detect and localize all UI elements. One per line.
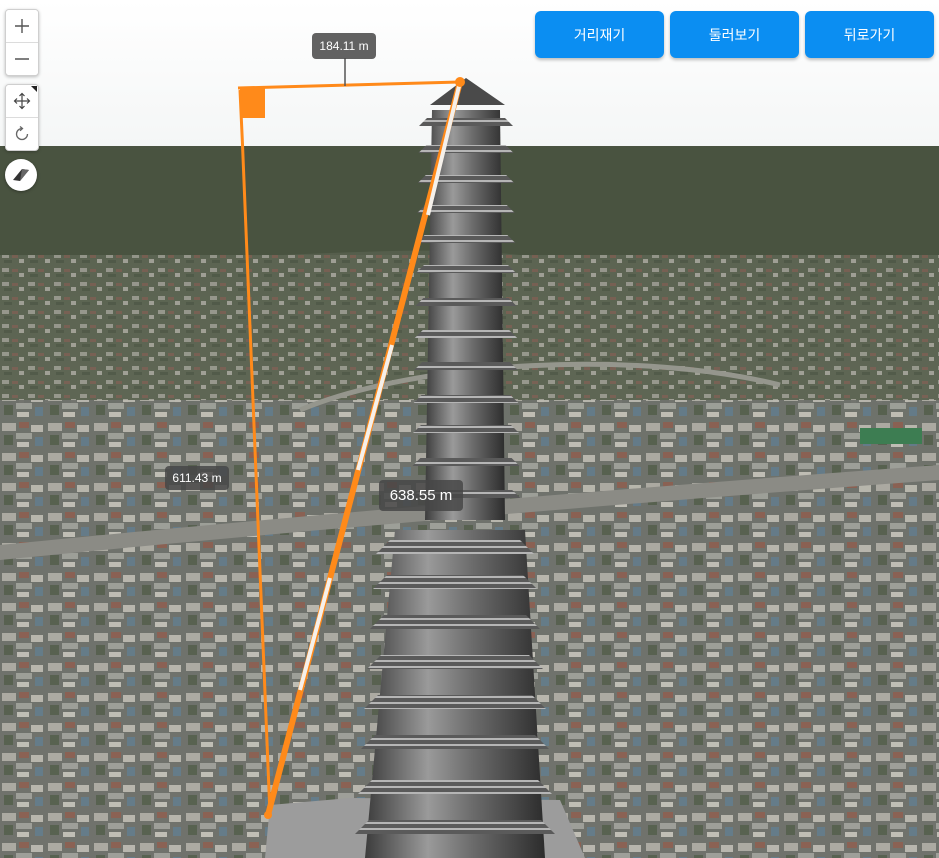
pagoda-eave [370, 615, 540, 629]
pagoda-eave [414, 330, 518, 338]
go-back-button[interactable]: 뒤로가기 [805, 11, 934, 58]
rotate-icon [15, 125, 29, 141]
pan-button[interactable] [6, 85, 38, 117]
compass-icon [13, 169, 29, 181]
pagoda-eave [413, 425, 519, 433]
pagoda-eave [355, 820, 555, 834]
pagoda-eave [416, 235, 516, 243]
zoom-out-button[interactable] [6, 42, 38, 75]
measure-start-point [264, 811, 272, 819]
pagoda-eave [416, 265, 516, 273]
pagoda-eave [415, 298, 517, 306]
pagoda-eave [412, 458, 520, 466]
pagoda-eave [358, 780, 552, 794]
measure-end-point [455, 77, 465, 87]
look-around-button[interactable]: 둘러보기 [670, 11, 799, 58]
pagoda-eave [413, 395, 519, 403]
zoom-in-button[interactable] [6, 10, 38, 42]
zoom-controls [5, 9, 39, 76]
direct-distance-label: 638.55 m [379, 480, 463, 511]
pagoda-eave [419, 118, 513, 126]
pagoda-eave [367, 655, 543, 669]
pagoda-eave [376, 540, 534, 554]
horizontal-distance-label: 184.11 m [312, 33, 376, 59]
map-3d-view[interactable] [0, 0, 939, 858]
pagoda-eave [418, 145, 514, 153]
navigation-controls [5, 84, 39, 151]
menu-corner-marker [31, 86, 37, 92]
pagoda-eave [361, 735, 549, 749]
vertical-distance-label: 611.43 m [165, 466, 229, 490]
minus-icon [15, 58, 29, 60]
plus-icon [15, 19, 29, 33]
move-arrows-icon [13, 92, 31, 110]
rotate-button[interactable] [6, 117, 38, 150]
pagoda-eave [373, 575, 537, 589]
compass-button[interactable] [5, 159, 37, 191]
right-angle-marker [240, 88, 265, 118]
pagoda-eave [364, 695, 546, 709]
pagoda-eave [414, 362, 518, 370]
measure-distance-button[interactable]: 거리재기 [535, 11, 664, 58]
